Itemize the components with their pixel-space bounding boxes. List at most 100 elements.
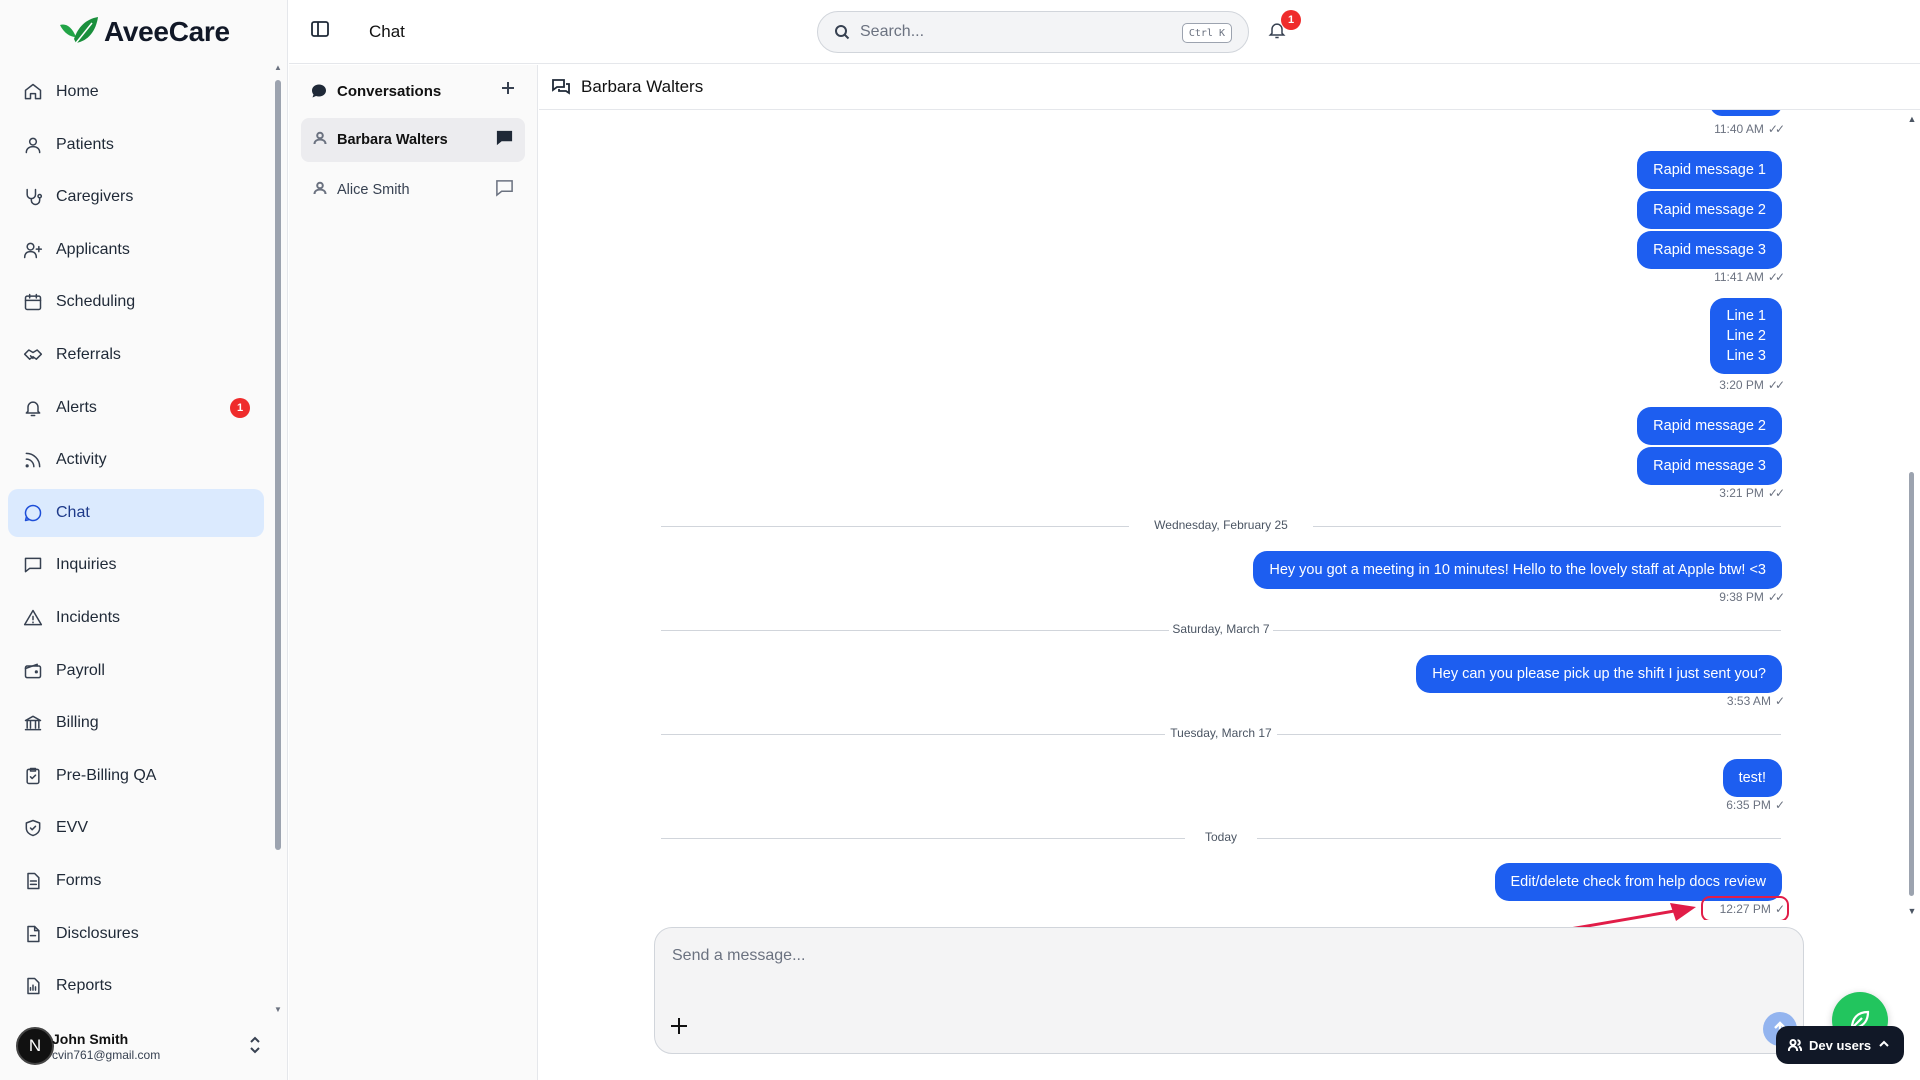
nav-item-inquiries[interactable]: Inquiries [8,541,264,589]
nav-label: Forms [56,871,102,889]
nav-item-alerts[interactable]: Alerts 1 [8,384,264,432]
nav-item-billing[interactable]: Billing [8,699,264,747]
nav-item-disclosures[interactable]: Disclosures [8,910,264,958]
user-plus-icon [22,239,44,261]
nav-item-patients[interactable]: Patients [8,121,264,169]
message-bubble[interactable]: test! [1722,759,1782,797]
message-timestamp: 3:20 PM ✓✓ [1719,378,1785,392]
nav-item-pre-billing-qa[interactable]: Pre-Billing QA [8,752,264,800]
message-line: Line 3 [1726,348,1766,364]
nav-label: Chat [56,503,90,521]
nav-label: Applicants [56,240,130,258]
nav-label: Home [56,83,99,100]
nav-item-scheduling[interactable]: Scheduling [8,278,264,326]
date-divider: Wednesday, February 25 [661,518,1781,534]
message-scroll-thumb[interactable] [1909,472,1914,896]
nav-item-caregivers[interactable]: Caregivers [8,173,264,221]
read-receipt-check-icon: ✓ [1774,694,1785,708]
alert-triangle-icon [22,607,44,629]
brand-name: AveeCare [104,16,230,47]
nav-label: Payroll [56,661,105,679]
chat-contact-name: Barbara Walters [581,77,704,96]
page-title: Chat [369,22,405,41]
message-bubble-multiline[interactable]: Line 1 Line 2 Line 3 [1710,298,1782,374]
nav-label: Alerts [56,398,97,416]
nav-label: EVV [56,819,89,837]
scroll-up-arrow-icon[interactable]: ▲ [1907,114,1917,124]
message-timestamp: 6:35 PM ✓ [1726,798,1785,812]
message-scrollbar[interactable]: ▲ ▼ [1907,110,1917,920]
message-bubble[interactable]: Hey can you please pick up the shift I j… [1416,655,1782,693]
message-timestamp: 9:38 PM ✓✓ [1719,590,1785,604]
date-divider-label: Tuesday, March 17 [1170,726,1272,740]
leaf-logo-icon [60,17,98,44]
sidebar-scrollbar[interactable]: ▲ ▼ [274,64,282,1014]
new-conversation-plus-icon[interactable] [501,81,521,101]
nav-item-incidents[interactable]: Incidents [8,594,264,642]
search-input[interactable] [860,23,1160,41]
message-bubble[interactable]: Rapid message 3 [1637,447,1782,485]
person-icon [313,131,327,149]
scroll-down-arrow-icon[interactable]: ▼ [274,1006,282,1014]
avatar: N [16,1027,54,1065]
message-line: Line 2 [1726,328,1766,344]
message-bubble[interactable]: Rapid message 3 [1637,231,1782,269]
conversation-item-barbara-walters[interactable]: Barbara Walters [301,118,525,162]
scroll-up-arrow-icon[interactable]: ▲ [274,64,282,72]
nav-label: Caregivers [56,188,134,206]
date-divider-label: Today [1204,830,1238,844]
timestamp-text: 11:40 AM [1714,122,1764,136]
nav-item-reports[interactable]: Reports [8,962,264,1010]
nav-label: Pre-Billing QA [56,766,157,784]
message-bubble[interactable]: Rapid message 1 [1637,151,1782,189]
conversation-name: Barbara Walters [337,132,448,148]
main-nav: Home Patients Caregivers Applicants Sche… [8,68,264,1015]
nav-item-chat[interactable]: Chat [8,488,264,537]
attach-plus-icon[interactable] [669,1016,693,1040]
nav-item-applicants[interactable]: Applicants [8,226,264,274]
nav-item-payroll[interactable]: Payroll [8,647,264,695]
home-icon [22,81,44,103]
read-receipt-double-check-icon: ✓✓ [1767,270,1785,284]
brand-logo[interactable]: AveeCare [56,14,230,50]
clipboard-check-icon [22,765,44,787]
date-divider: Today [661,830,1781,846]
top-header: Chat Ctrl K 1 [289,0,1920,64]
nav-item-activity[interactable]: Activity [8,436,264,484]
read-receipt-double-check-icon: ✓✓ [1767,122,1785,136]
nav-item-referrals[interactable]: Referrals [8,331,264,379]
message-timestamp: 3:53 AM ✓ [1727,694,1785,708]
message-bubble[interactable]: Rapid message 2 [1637,191,1782,229]
nav-item-home[interactable]: Home [8,68,264,116]
notifications-count-badge: 1 [1281,10,1301,30]
chevron-up-icon [1878,1038,1890,1053]
nav-item-forms[interactable]: Forms [8,857,264,905]
timestamp-text: 11:41 AM [1714,270,1764,284]
dev-users-button[interactable]: Dev users [1776,1026,1904,1064]
message-bubble[interactable] [1710,110,1782,116]
message-bubble[interactable]: Hey you got a meeting in 10 minutes! Hel… [1253,551,1782,589]
message-bubble[interactable]: Rapid message 2 [1637,407,1782,445]
message-timestamp: 11:40 AM ✓✓ [1714,122,1785,136]
conversations-header: Conversations [311,79,521,103]
nav-item-evv[interactable]: EVV [8,804,264,852]
person-icon [313,181,327,199]
conversation-item-alice-smith[interactable]: Alice Smith [301,168,525,212]
chevrons-up-down-icon[interactable] [248,1036,264,1056]
conversations-panel: Conversations Barbara Walters Alice Smit… [289,65,538,1080]
user-meta: John Smith cvin761@gmail.com [52,1031,160,1062]
message-composer [654,927,1804,1054]
sidebar-scroll-thumb[interactable] [275,80,281,850]
user-menu[interactable]: N John Smith cvin761@gmail.com [16,1024,272,1068]
date-divider: Saturday, March 7 [661,622,1781,638]
scroll-down-arrow-icon[interactable]: ▼ [1907,906,1917,916]
sidebar: AveeCare Home Patients Caregivers Applic… [0,0,288,1080]
global-search[interactable]: Ctrl K [817,11,1249,53]
sidebar-toggle-icon[interactable] [311,20,335,44]
nav-label: Patients [56,135,114,153]
message-line: Line 1 [1726,308,1766,324]
message-input[interactable] [672,942,1672,970]
user-name: John Smith [52,1030,129,1047]
message-square-filled-icon [495,128,515,148]
message-list[interactable]: 11:40 AM ✓✓ Rapid message 1 Rapid message… [539,110,1920,920]
